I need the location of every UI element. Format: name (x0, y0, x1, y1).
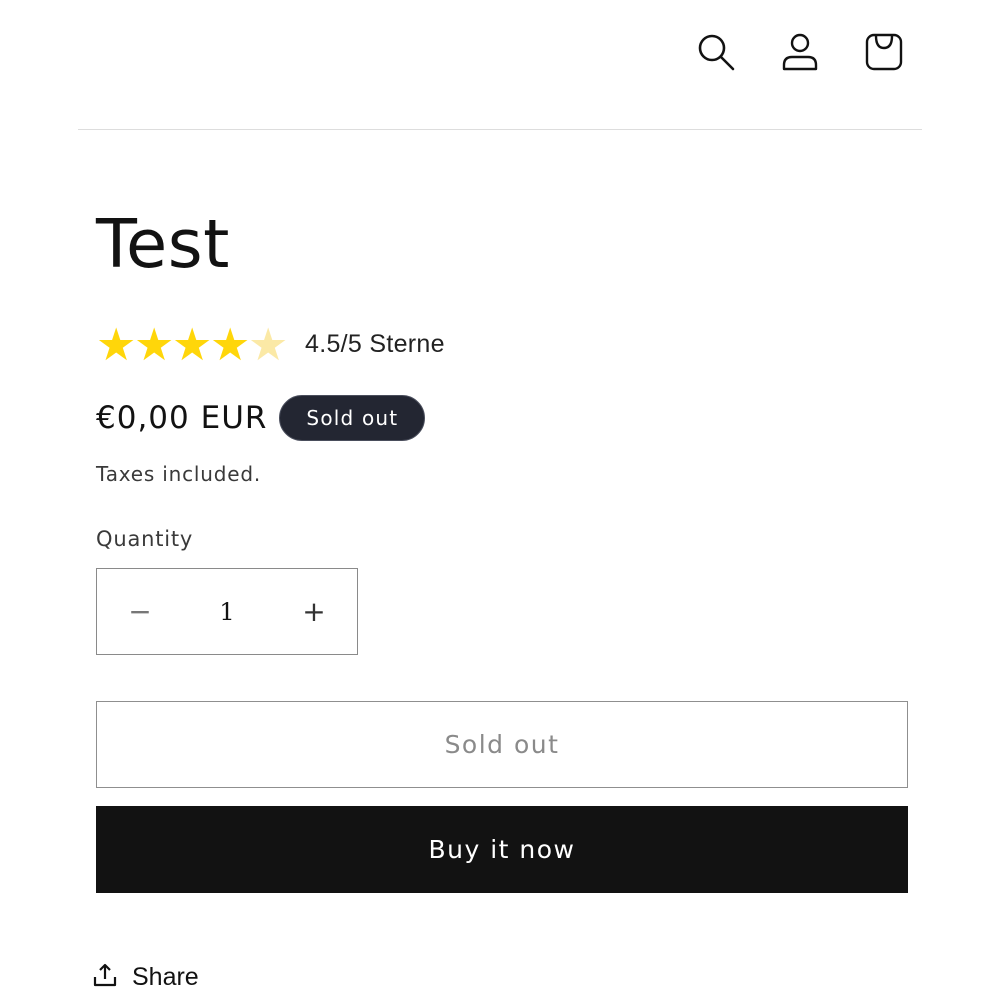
cart-icon[interactable] (864, 30, 904, 74)
tax-note: Taxes included. (96, 462, 261, 486)
header-divider (78, 129, 922, 130)
quantity-label: Quantity (96, 527, 194, 551)
rating-text: 4.5/5 Sterne (305, 330, 445, 358)
star-icon: ★ (96, 318, 137, 371)
product-rating: ★ ★ ★ ★ ★ 4.5/5 Sterne (96, 322, 445, 367)
quantity-stepper: − + (96, 568, 358, 655)
site-header (0, 0, 1000, 130)
buy-it-now-button[interactable]: Buy it now (96, 806, 908, 893)
price-row: €0,00 EUR Sold out (96, 395, 426, 441)
share-label: Share (132, 962, 199, 991)
rating-stars: ★ ★ ★ ★ ★ (96, 318, 289, 371)
sold-out-badge: Sold out (279, 395, 426, 441)
star-icon: ★ (172, 318, 213, 371)
increase-quantity-button[interactable]: + (271, 569, 357, 654)
product-price: €0,00 EUR (96, 400, 268, 436)
sold-out-button[interactable]: Sold out (96, 701, 908, 788)
half-star-icon: ★ (248, 318, 289, 371)
star-icon: ★ (210, 318, 251, 371)
header-icons (696, 30, 904, 74)
account-icon[interactable] (780, 30, 820, 74)
decrease-quantity-button[interactable]: − (97, 569, 183, 654)
star-icon: ★ (134, 318, 175, 371)
share-icon (92, 962, 118, 992)
product-title: Test (96, 205, 230, 283)
share-button[interactable]: Share (92, 962, 199, 992)
quantity-input[interactable] (184, 597, 270, 626)
search-icon[interactable] (696, 30, 736, 74)
